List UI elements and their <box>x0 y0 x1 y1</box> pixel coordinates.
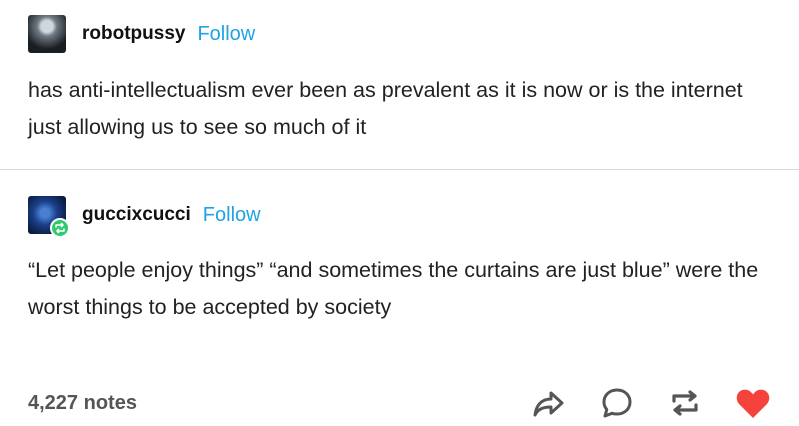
username[interactable]: robotpussy <box>82 23 185 45</box>
post-original: robotpussy Follow has anti-intellectuali… <box>28 0 771 146</box>
notes-count[interactable]: 4,227 notes <box>28 392 137 415</box>
post-reblog: guccixcucci Follow “Let people enjoy thi… <box>28 170 771 326</box>
follow-button[interactable]: Follow <box>197 23 255 46</box>
follow-button[interactable]: Follow <box>203 204 261 227</box>
post-text: “Let people enjoy things” “and sometimes… <box>28 258 759 319</box>
share-icon[interactable] <box>531 385 567 421</box>
like-icon[interactable] <box>735 385 771 421</box>
reblog-icon[interactable] <box>667 385 703 421</box>
reply-icon[interactable] <box>599 385 635 421</box>
username[interactable]: guccixcucci <box>82 204 191 226</box>
reblog-badge-icon <box>50 218 70 238</box>
post-footer: 4,227 notes <box>28 380 771 426</box>
avatar[interactable] <box>28 196 70 238</box>
post-text: has anti-intellectualism ever been as pr… <box>28 78 743 139</box>
avatar[interactable] <box>28 15 66 53</box>
post-header: guccixcucci Follow <box>28 170 771 260</box>
post-header: robotpussy Follow <box>28 0 771 68</box>
action-bar <box>531 385 771 421</box>
